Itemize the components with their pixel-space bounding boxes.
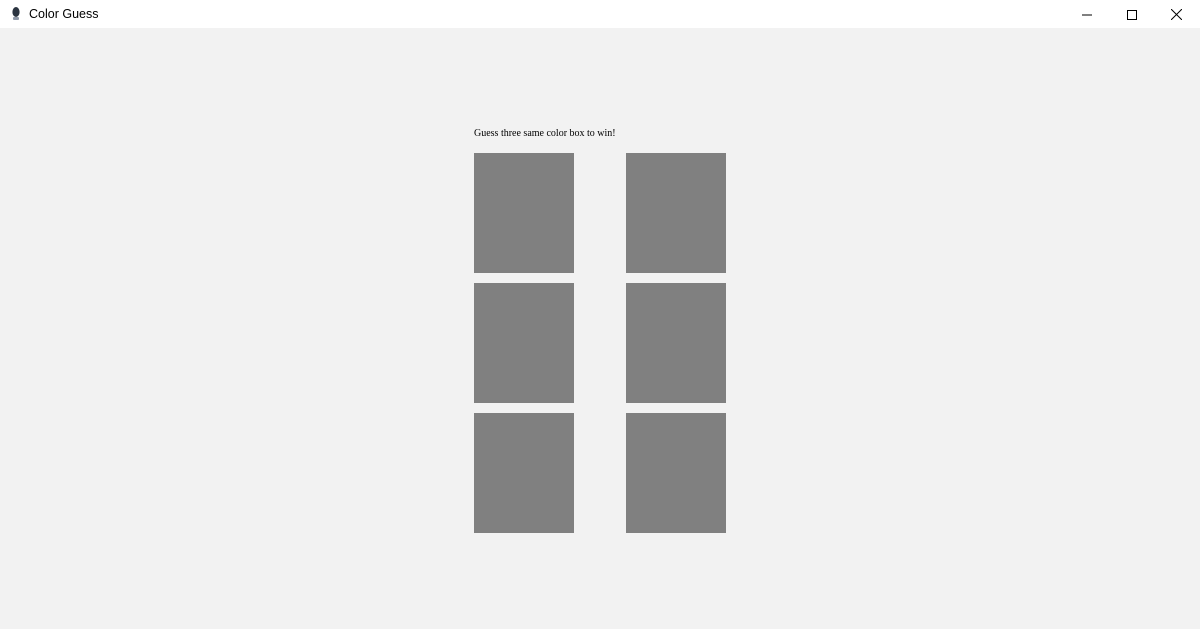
color-box-3[interactable] xyxy=(474,283,574,403)
close-icon xyxy=(1170,5,1183,24)
app-feather-icon xyxy=(10,6,22,22)
window-title: Color Guess xyxy=(29,7,99,21)
color-box-2[interactable] xyxy=(626,153,726,273)
minimize-icon xyxy=(1081,5,1092,24)
maximize-button[interactable] xyxy=(1109,0,1154,28)
color-box-4[interactable] xyxy=(626,283,726,403)
color-box-5[interactable] xyxy=(474,413,574,533)
close-button[interactable] xyxy=(1154,0,1199,28)
minimize-button[interactable] xyxy=(1064,0,1109,28)
color-box-1[interactable] xyxy=(474,153,574,273)
app-window: Color Guess Guess three same color box t… xyxy=(0,0,1200,629)
color-box-6[interactable] xyxy=(626,413,726,533)
title-bar[interactable]: Color Guess xyxy=(0,0,1200,28)
instructions-label: Guess three same color box to win! xyxy=(474,128,616,139)
maximize-icon xyxy=(1126,5,1137,24)
